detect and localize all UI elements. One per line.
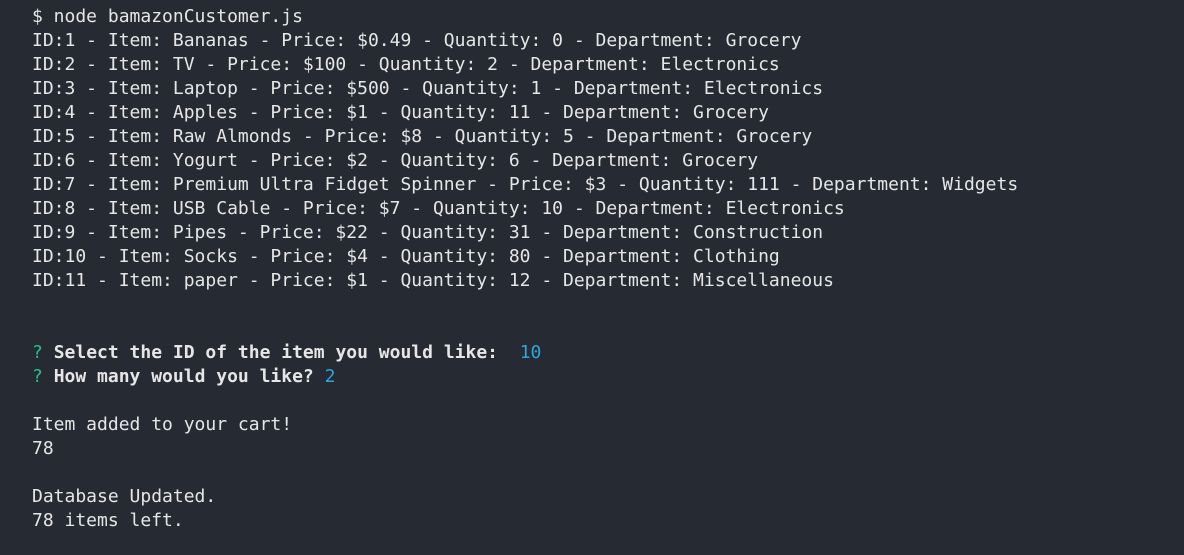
terminal-output: $ node bamazonCustomer.js ID:1 - Item: B… (32, 5, 1184, 533)
product-line: ID:5 - Item: Raw Almonds - Price: $8 - Q… (32, 126, 813, 147)
product-list: ID:1 - Item: Bananas - Price: $0.49 - Qu… (32, 29, 1184, 293)
product-line: ID:3 - Item: Laptop - Price: $500 - Quan… (32, 78, 824, 99)
cart-message: Item added to your cart! (32, 414, 293, 435)
prompt-question: Select the ID of the item you would like… (53, 342, 499, 363)
product-line: ID:2 - Item: TV - Price: $100 - Quantity… (32, 54, 780, 75)
question-mark-icon: ? (32, 342, 43, 363)
prompt-gap (314, 366, 325, 387)
product-line: ID:9 - Item: Pipes - Price: $22 - Quanti… (32, 222, 824, 243)
prompt-answer: 2 (324, 366, 336, 387)
question-mark-icon: ? (32, 366, 43, 387)
database-message: Database Updated. (32, 486, 217, 507)
items-left-message: 78 items left. (32, 510, 184, 531)
prompt-question: How many would you like? (53, 366, 314, 387)
prompt-quantity: ? How many would you like? 2 (32, 365, 1184, 389)
product-line: ID:1 - Item: Bananas - Price: $0.49 - Qu… (32, 30, 802, 51)
product-line: ID:11 - Item: paper - Price: $1 - Quanti… (32, 270, 834, 291)
cart-quantity: 78 (32, 438, 54, 459)
product-line: ID:7 - Item: Premium Ultra Fidget Spinne… (32, 174, 1019, 195)
product-line: ID:6 - Item: Yogurt - Price: $2 - Quanti… (32, 150, 759, 171)
terminal-window[interactable]: $ node bamazonCustomer.js ID:1 - Item: B… (0, 0, 1184, 555)
product-line: ID:10 - Item: Socks - Price: $4 - Quanti… (32, 246, 780, 267)
prompt-answer: 10 (519, 342, 542, 363)
prompt-gap (498, 342, 520, 363)
prompt-block: ? Select the ID of the item you would li… (32, 341, 1184, 389)
product-line: ID:8 - Item: USB Cable - Price: $7 - Qua… (32, 198, 845, 219)
product-line: ID:4 - Item: Apples - Price: $1 - Quanti… (32, 102, 769, 123)
prompt-select-id: ? Select the ID of the item you would li… (32, 341, 1184, 365)
command-line: $ node bamazonCustomer.js (32, 6, 303, 27)
